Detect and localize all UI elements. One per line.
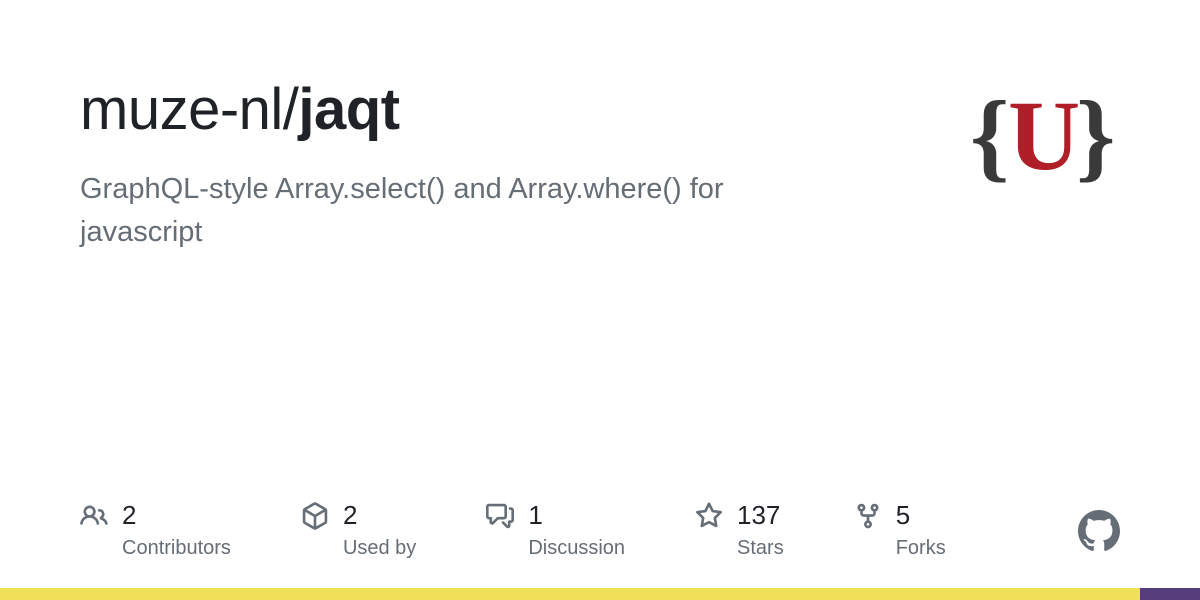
discussion-label: Discussion bbox=[528, 537, 625, 560]
svg-text:U: U bbox=[1008, 84, 1080, 191]
repo-title: muze-nl/jaqt bbox=[80, 78, 960, 142]
usedby-count: 2 bbox=[343, 500, 357, 531]
github-logo-icon bbox=[1078, 510, 1120, 552]
comment-discussion-icon bbox=[486, 502, 514, 530]
forks-label: Forks bbox=[896, 537, 946, 560]
header-row: muze-nl/jaqt GraphQL-style Array.select(… bbox=[80, 78, 1120, 255]
stat-contributors: 2 Contributors bbox=[80, 500, 231, 560]
stars-label: Stars bbox=[737, 537, 784, 560]
stats-row: 2 Contributors 2 Used by 1 Discussion bbox=[80, 500, 1120, 560]
star-icon bbox=[695, 502, 723, 530]
repo-logo: { U } bbox=[960, 84, 1120, 194]
logo-icon: { U } bbox=[960, 84, 1120, 194]
svg-text:}: } bbox=[1076, 84, 1115, 191]
repo-name: jaqt bbox=[298, 77, 399, 142]
discussion-count: 1 bbox=[528, 500, 542, 531]
repo-slash: / bbox=[283, 77, 299, 142]
usedby-label: Used by bbox=[343, 537, 416, 560]
fork-icon bbox=[854, 502, 882, 530]
contributors-label: Contributors bbox=[122, 537, 231, 560]
stat-usedby: 2 Used by bbox=[301, 500, 416, 560]
svg-text:{: { bbox=[970, 84, 1009, 191]
language-bar bbox=[0, 588, 1200, 600]
contributors-count: 2 bbox=[122, 500, 136, 531]
stat-discussion: 1 Discussion bbox=[486, 500, 625, 560]
stars-count: 137 bbox=[737, 500, 780, 531]
title-area: muze-nl/jaqt GraphQL-style Array.select(… bbox=[80, 78, 960, 255]
people-icon bbox=[80, 502, 108, 530]
stat-forks: 5 Forks bbox=[854, 500, 946, 560]
repo-owner: muze-nl bbox=[80, 77, 283, 142]
repo-description: GraphQL-style Array.select() and Array.w… bbox=[80, 168, 800, 255]
stat-stars: 137 Stars bbox=[695, 500, 784, 560]
package-icon bbox=[301, 502, 329, 530]
repo-card: muze-nl/jaqt GraphQL-style Array.select(… bbox=[0, 0, 1200, 600]
forks-count: 5 bbox=[896, 500, 910, 531]
